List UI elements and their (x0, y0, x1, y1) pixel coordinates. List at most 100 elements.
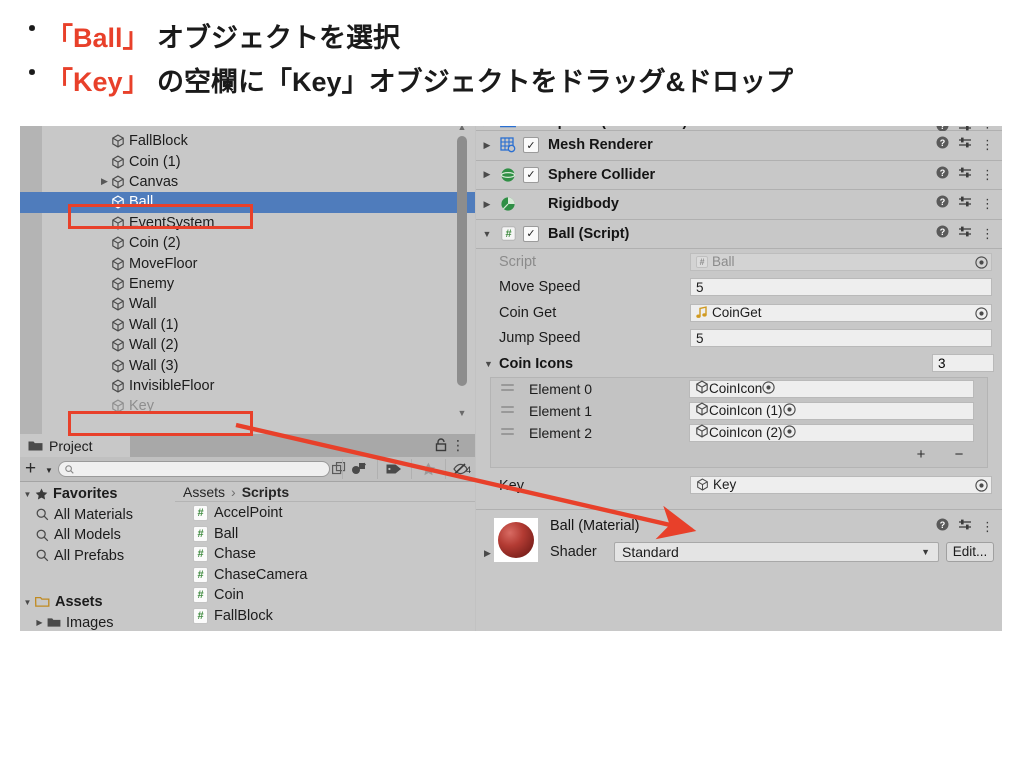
component-menu-icon[interactable]: ⋮ (981, 197, 994, 211)
favorites-item[interactable]: All Models (20, 525, 175, 546)
hierarchy-item-key[interactable]: Key (20, 396, 475, 416)
scroll-up-icon[interactable]: ▲ (457, 126, 467, 132)
add-asset-button[interactable]: + (25, 459, 36, 478)
chevron-down-icon[interactable]: ▼ (476, 229, 498, 239)
tab-project[interactable]: Project (20, 434, 130, 457)
hierarchy-item-coin-1[interactable]: Coin (1) (20, 151, 475, 171)
chevron-right-icon[interactable]: ▶ (476, 169, 498, 180)
array-element-row[interactable]: Element 2 CoinIcon (2) (491, 422, 987, 444)
hierarchy-item-ball[interactable]: Ball (20, 192, 475, 213)
asset-file-row[interactable]: # Coin (175, 585, 475, 606)
asset-file-row[interactable]: # FallBlock (175, 606, 475, 627)
array-element-row[interactable]: Element 0 CoinIcon (491, 378, 987, 400)
chevron-down-icon[interactable]: ▼ (45, 466, 53, 475)
help-icon[interactable]: ? (936, 225, 949, 243)
preset-icon[interactable] (958, 136, 972, 154)
object-picker-icon[interactable] (975, 307, 988, 323)
hierarchy-item-movefloor[interactable]: MoveFloor (20, 253, 475, 273)
help-icon[interactable]: ? (936, 518, 949, 536)
key-object-field[interactable]: Key (690, 475, 992, 495)
component-header-rigidbody[interactable]: ▶ Rigidbody? ⋮ (476, 190, 1002, 220)
hierarchy-item-wall-1[interactable]: Wall (1) (20, 315, 475, 335)
component-header-mesh-renderer[interactable]: ▶ ✓ Mesh Renderer? ⋮ (476, 131, 1002, 161)
hierarchy-scrollbar[interactable]: ▲ ▼ (457, 126, 467, 418)
preset-icon[interactable] (958, 195, 972, 213)
array-header: ▼ Coin Icons 3 (476, 351, 1002, 377)
array-element-object-field[interactable]: CoinIcon (689, 379, 974, 398)
drag-handle-icon[interactable] (501, 405, 514, 414)
array-size-field[interactable]: 3 (932, 354, 994, 372)
hierarchy-item-wall[interactable]: Wall (20, 294, 475, 314)
project-menu-icon[interactable]: ⋮ (451, 437, 465, 453)
hierarchy-item-invisiblefloor[interactable]: InvisibleFloor (20, 376, 475, 396)
search-input[interactable] (58, 461, 330, 477)
component-menu-icon[interactable]: ⋮ (981, 226, 994, 241)
favorites-item[interactable]: All Materials (20, 505, 175, 526)
hierarchy-item-eventsystem[interactable]: EventSystem (20, 213, 475, 233)
hierarchy-item-wall-3[interactable]: Wall (3) (20, 355, 475, 375)
chevron-right-icon[interactable]: ▶ (476, 140, 498, 151)
filter-favorites-icon[interactable] (411, 459, 444, 479)
hierarchy-item-coin-2[interactable]: Coin (2) (20, 233, 475, 253)
filter-type-icon[interactable] (342, 459, 375, 479)
asset-file-row[interactable]: # ChaseCamera (175, 565, 475, 586)
component-menu-icon[interactable]: ⋮ (981, 167, 994, 182)
field-input-move-speed[interactable]: 5 (690, 278, 992, 297)
object-picker-icon[interactable] (975, 256, 988, 272)
object-picker-icon[interactable] (782, 402, 796, 419)
component-enabled-checkbox[interactable]: ✓ (523, 166, 539, 183)
assets-item[interactable]: ▶ Images (20, 613, 175, 632)
filter-label-icon[interactable] (377, 459, 410, 479)
component-header-ball-script[interactable]: ▼ # ✓ Ball (Script)? ⋮ (476, 219, 1002, 249)
array-remove-button[interactable]: − (941, 446, 977, 464)
asset-file-row[interactable]: # Chase (175, 544, 475, 565)
field-input-coin-get[interactable]: CoinGet (690, 303, 992, 323)
component-menu-icon[interactable]: ⋮ (981, 138, 994, 152)
favorites-group[interactable]: ▼ Favorites (20, 484, 175, 505)
chevron-right-icon[interactable]: ▶ (476, 199, 498, 210)
assets-group[interactable]: ▼ Assets (20, 592, 175, 613)
field-input-script[interactable]: # Ball (690, 252, 992, 272)
hierarchy-item-enemy[interactable]: Enemy (20, 274, 475, 294)
chevron-down-icon[interactable]: ▼ (20, 598, 35, 607)
array-element-row[interactable]: Element 1 CoinIcon (1) (491, 400, 987, 422)
scrollbar-thumb[interactable] (457, 136, 467, 386)
shader-dropdown[interactable]: Standard ▼ (614, 541, 939, 562)
help-icon[interactable]: ? (936, 195, 949, 213)
hierarchy-item-canvas[interactable]: ▶ Canvas (20, 172, 475, 192)
component-header-sphere-collider[interactable]: ▶ ✓ Sphere Collider? ⋮ (476, 160, 1002, 190)
object-picker-icon[interactable] (782, 424, 796, 441)
help-icon[interactable]: ? (936, 136, 949, 154)
lock-icon[interactable] (435, 438, 447, 457)
breadcrumb-root[interactable]: Assets (183, 484, 225, 500)
component-enabled-checkbox[interactable]: ✓ (523, 225, 539, 242)
array-element-object-field[interactable]: CoinIcon (2) (689, 423, 974, 442)
component-menu-icon[interactable]: ⋮ (981, 519, 994, 534)
drag-handle-icon[interactable] (501, 427, 514, 436)
chevron-right-icon[interactable]: ▶ (476, 126, 498, 128)
shader-edit-button[interactable]: Edit... (946, 541, 994, 562)
chevron-down-icon[interactable]: ▼ (20, 490, 35, 499)
asset-file-row[interactable]: # AccelPoint (175, 503, 475, 524)
object-picker-icon[interactable] (762, 380, 775, 397)
array-add-button[interactable]: + (903, 446, 939, 464)
field-input-jump-speed[interactable]: 5 (690, 329, 992, 348)
drag-handle-icon[interactable] (501, 383, 514, 392)
chevron-right-icon[interactable]: ▶ (484, 548, 491, 559)
hidden-items-icon[interactable]: 4 (445, 459, 475, 479)
chevron-right-icon[interactable]: ▶ (32, 618, 47, 627)
object-picker-icon[interactable] (975, 478, 988, 495)
preset-icon[interactable] (958, 166, 972, 184)
hierarchy-item-fallblock[interactable]: FallBlock (20, 131, 475, 151)
chevron-right-icon[interactable]: ▶ (98, 176, 111, 187)
help-icon[interactable]: ? (936, 166, 949, 184)
scroll-down-icon[interactable]: ▼ (457, 408, 467, 418)
preset-icon[interactable] (958, 518, 972, 536)
hierarchy-item-wall-2[interactable]: Wall (2) (20, 335, 475, 355)
array-element-object-field[interactable]: CoinIcon (1) (689, 401, 974, 420)
component-enabled-checkbox[interactable]: ✓ (523, 137, 539, 154)
preset-icon[interactable] (958, 225, 972, 243)
favorites-item[interactable]: All Prefabs (20, 546, 175, 567)
asset-file-row[interactable]: # Ball (175, 524, 475, 545)
chevron-down-icon[interactable]: ▼ (484, 359, 493, 369)
